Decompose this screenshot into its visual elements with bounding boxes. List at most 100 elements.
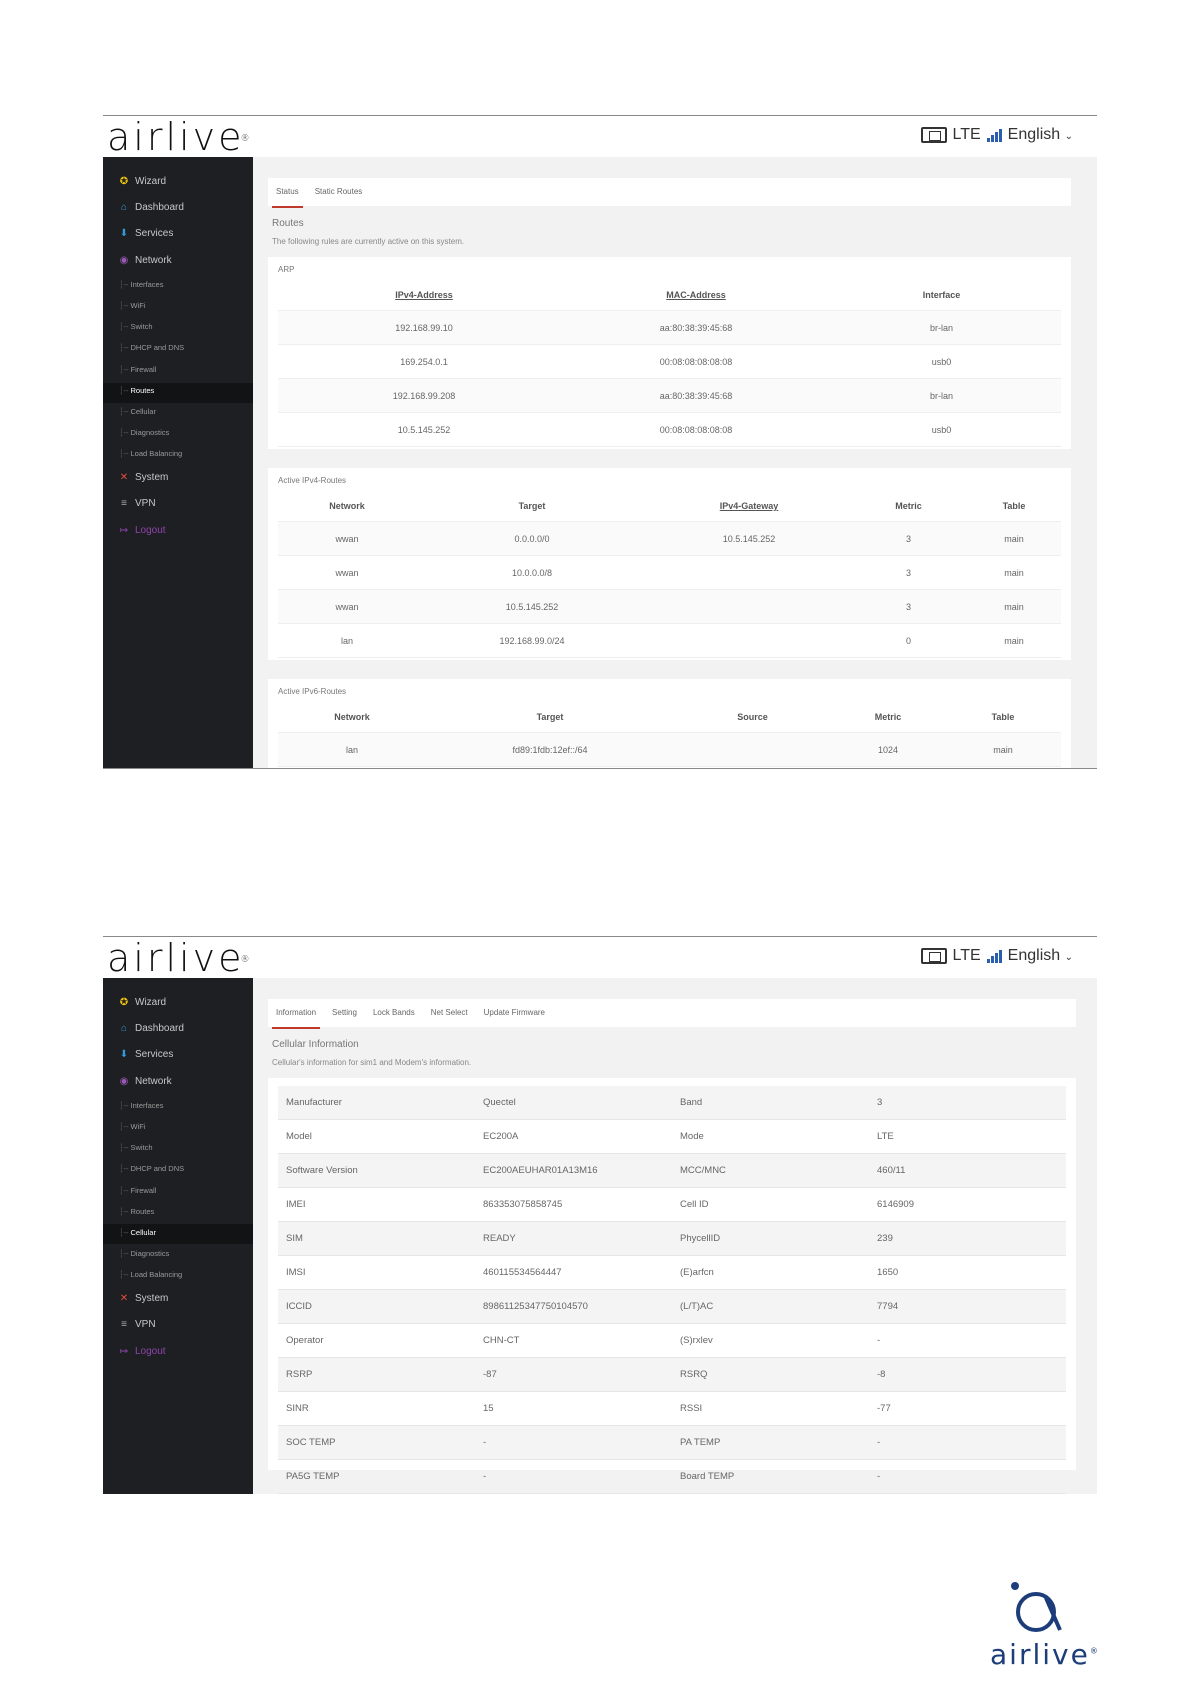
table-row: 169.254.0.1 00:08:08:08:08:08 usb0 bbox=[278, 344, 1061, 379]
table-row: 10.5.145.252 00:08:08:08:08:08 usb0 bbox=[278, 412, 1061, 447]
sub-switch[interactable]: ┆-- Switch bbox=[119, 1143, 153, 1152]
routes-screenshot: airlive ® LTE English ⌄ ✪ Wizard ⌂ Dashboar… bbox=[103, 115, 1097, 769]
system-icon: ✕ bbox=[119, 1293, 129, 1304]
nav-vpn[interactable]: ≡ VPN bbox=[119, 498, 155, 509]
sub-load-balancing[interactable]: ┆-- Load Balancing bbox=[119, 1270, 182, 1279]
nav-network[interactable]: ◉ Network bbox=[119, 255, 172, 266]
nav-system[interactable]: ✕ System bbox=[119, 1293, 169, 1304]
table-row: SOC TEMP - PA TEMP - bbox=[278, 1425, 1066, 1460]
ipv4-header-gateway: IPv4-Gateway bbox=[648, 491, 850, 522]
nav-wizard[interactable]: ✪ Wizard bbox=[119, 176, 166, 187]
sidebar: ✪ Wizard ⌂ Dashboard ⬇ Services ◉ Network ┆-… bbox=[103, 978, 253, 1494]
sub-firewall[interactable]: ┆-- Firewall bbox=[119, 1186, 156, 1195]
network-type: LTE bbox=[952, 947, 981, 964]
cellular-tabs: Information Setting Lock Bands Net Selec… bbox=[268, 999, 1076, 1029]
nav-dashboard[interactable]: ⌂ Dashboard bbox=[119, 202, 184, 213]
arp-title: ARP bbox=[278, 265, 295, 274]
arp-header-mac: MAC-Address bbox=[570, 280, 822, 311]
nav-system[interactable]: ✕ System bbox=[119, 472, 169, 483]
sub-wifi[interactable]: ┆-- WiFi bbox=[119, 301, 146, 310]
sub-routes[interactable]: ┆-- Routes bbox=[119, 1207, 154, 1216]
nav-services[interactable]: ⬇ Services bbox=[119, 228, 174, 239]
tab-net-select[interactable]: Net Select bbox=[423, 999, 476, 1027]
sub-switch[interactable]: ┆-- Switch bbox=[119, 322, 153, 331]
tab-information[interactable]: Information bbox=[268, 999, 324, 1029]
table-row: ICCID 89861125347750104570 (L/T)AC 7794 bbox=[278, 1289, 1066, 1324]
table-row: PA5G TEMP - Board TEMP - bbox=[278, 1459, 1066, 1494]
sub-wifi[interactable]: ┆-- WiFi bbox=[119, 1122, 146, 1131]
sub-diagnostics[interactable]: ┆-- Diagnostics bbox=[119, 1249, 169, 1258]
language-select[interactable]: English ⌄ bbox=[1008, 126, 1073, 144]
services-icon: ⬇ bbox=[119, 228, 129, 239]
arp-header-ip: IPv4-Address bbox=[278, 280, 570, 311]
table-row: SIM READY PhycellID 239 bbox=[278, 1221, 1066, 1256]
sim-icon bbox=[920, 948, 947, 964]
main-content: Information Setting Lock Bands Net Selec… bbox=[253, 978, 1097, 1494]
main-content: Status Static Routes Routes The followin… bbox=[253, 157, 1097, 768]
table-row: Model EC200A Mode LTE bbox=[278, 1119, 1066, 1154]
nav-logout[interactable]: ↦ Logout bbox=[119, 525, 166, 536]
tab-update-firmware[interactable]: Update Firmware bbox=[476, 999, 553, 1027]
network-type: LTE bbox=[952, 126, 981, 143]
ipv4-panel: Active IPv4-Routes Network Target IPv4-G… bbox=[268, 468, 1071, 660]
sub-diagnostics[interactable]: ┆-- Diagnostics bbox=[119, 428, 169, 437]
sub-firewall[interactable]: ┆-- Firewall bbox=[119, 365, 156, 374]
arp-table: IPv4-Address MAC-Address Interface 192.1… bbox=[278, 280, 1061, 447]
cellular-description: Cellular's information for sim1 and Mode… bbox=[272, 1058, 472, 1067]
ipv6-panel: Active IPv6-Routes Network Target Source… bbox=[268, 679, 1071, 768]
nav-dashboard[interactable]: ⌂ Dashboard bbox=[119, 1023, 184, 1034]
sub-interfaces[interactable]: ┆-- Interfaces bbox=[119, 280, 163, 289]
vpn-icon: ≡ bbox=[121, 1319, 127, 1330]
sub-cellular[interactable]: ┆-- Cellular bbox=[119, 407, 156, 416]
ipv4-header-network: Network bbox=[278, 491, 416, 522]
cellular-title: Cellular Information bbox=[272, 1039, 359, 1050]
sub-routes[interactable]: ┆-- Routes bbox=[119, 386, 154, 395]
airlive-emblem-icon bbox=[1011, 1582, 1062, 1632]
tab-status[interactable]: Status bbox=[268, 178, 307, 208]
table-row: wwan 10.5.145.252 3 main bbox=[278, 589, 1061, 624]
nav-services[interactable]: ⬇ Services bbox=[119, 1049, 174, 1060]
network-icon: ◉ bbox=[119, 255, 129, 266]
table-row: lan 192.168.99.0/24 0 main bbox=[278, 623, 1061, 658]
tab-static-routes[interactable]: Static Routes bbox=[307, 178, 371, 206]
sub-dhcp[interactable]: ┆-- DHCP and DNS bbox=[119, 1164, 184, 1173]
arp-header-interface: Interface bbox=[822, 280, 1061, 311]
airlive-logo: airlive ® bbox=[107, 936, 253, 980]
ipv6-header-table: Table bbox=[945, 702, 1061, 733]
dashboard-icon: ⌂ bbox=[120, 202, 128, 213]
tab-lock-bands[interactable]: Lock Bands bbox=[365, 999, 423, 1027]
ipv4-table: Network Target IPv4-Gateway Metric Table… bbox=[278, 491, 1061, 658]
table-row: IMEI 863353075858745 Cell ID 6146909 bbox=[278, 1187, 1066, 1222]
nav-wizard[interactable]: ✪ Wizard bbox=[119, 997, 166, 1008]
wizard-icon: ✪ bbox=[119, 176, 129, 187]
corner-logo-text: airlive® bbox=[990, 1638, 1100, 1671]
sub-dhcp[interactable]: ┆-- DHCP and DNS bbox=[119, 343, 184, 352]
table-row: Operator CHN-CT (S)rxlev - bbox=[278, 1323, 1066, 1358]
ipv4-header-metric: Metric bbox=[850, 491, 967, 522]
sub-load-balancing[interactable]: ┆-- Load Balancing bbox=[119, 449, 182, 458]
nav-network[interactable]: ◉ Network bbox=[119, 1076, 172, 1087]
logout-icon: ↦ bbox=[119, 525, 129, 536]
top-bar: airlive ® LTE English ⌄ bbox=[103, 937, 1097, 978]
header-status: LTE English ⌄ bbox=[920, 126, 1073, 144]
vpn-icon: ≡ bbox=[121, 498, 127, 509]
routes-tabs: Status Static Routes bbox=[268, 178, 1071, 208]
table-row: wwan 0.0.0.0/0 10.5.145.252 3 main bbox=[278, 521, 1061, 556]
tab-setting[interactable]: Setting bbox=[324, 999, 365, 1027]
header-status: LTE English ⌄ bbox=[920, 947, 1073, 965]
logout-icon: ↦ bbox=[119, 1346, 129, 1357]
ipv6-header-source: Source bbox=[674, 702, 831, 733]
nav-vpn[interactable]: ≡ VPN bbox=[119, 1319, 155, 1330]
table-row: Manufacturer Quectel Band 3 bbox=[278, 1086, 1066, 1120]
ipv6-title: Active IPv6-Routes bbox=[278, 687, 347, 696]
routes-title: Routes bbox=[272, 218, 304, 229]
language-select[interactable]: English ⌄ bbox=[1008, 947, 1073, 965]
table-row: 192.168.99.10 aa:80:38:39:45:68 br-lan bbox=[278, 310, 1061, 345]
sub-interfaces[interactable]: ┆-- Interfaces bbox=[119, 1101, 163, 1110]
ipv6-header-target: Target bbox=[426, 702, 674, 733]
nav-logout[interactable]: ↦ Logout bbox=[119, 1346, 166, 1357]
signal-icon bbox=[986, 128, 1002, 142]
sub-cellular[interactable]: ┆-- Cellular bbox=[119, 1228, 156, 1237]
cellular-info-table: Manufacturer Quectel Band 3 Model EC200A Mode… bbox=[278, 1086, 1066, 1494]
cellular-screenshot: airlive ® LTE English ⌄ ✪ Wizard ⌂ Dashboar… bbox=[103, 936, 1097, 1494]
